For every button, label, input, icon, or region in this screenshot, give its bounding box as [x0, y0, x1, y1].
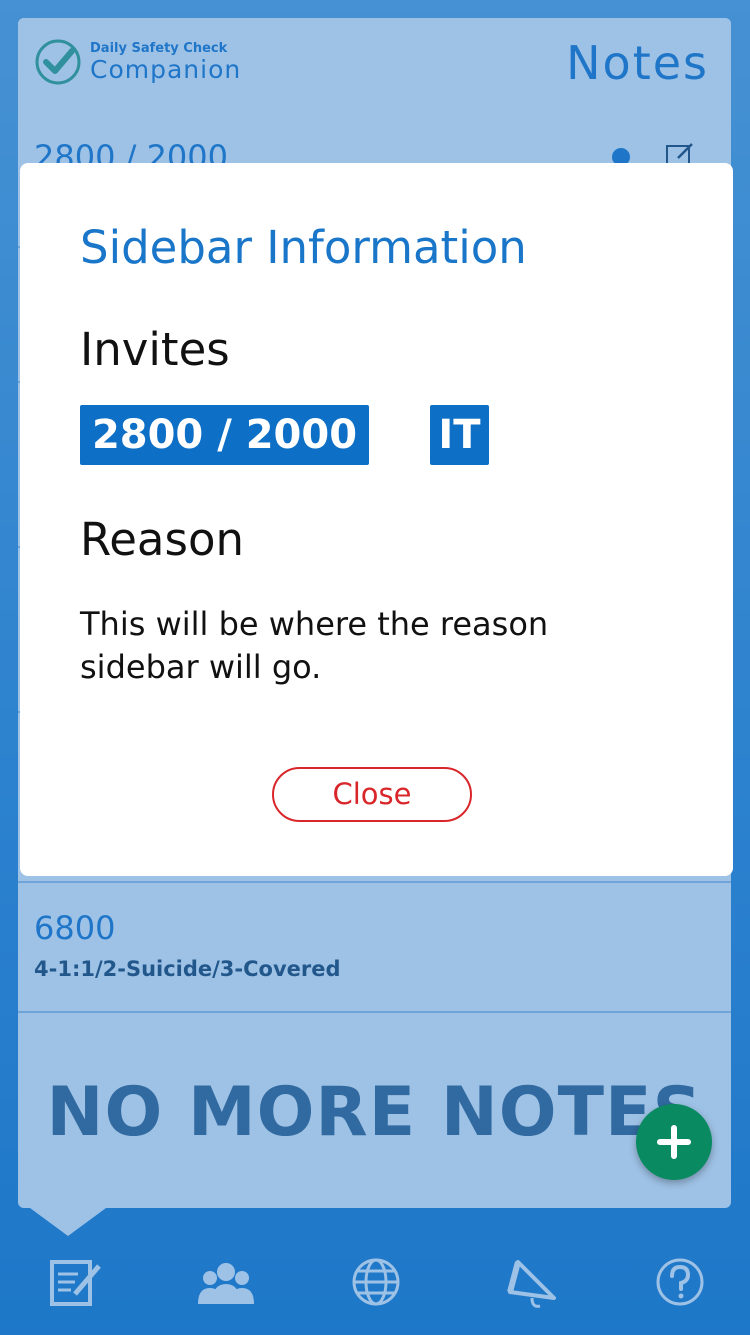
reason-heading: Reason — [80, 513, 245, 566]
invite-chip: IT — [430, 405, 489, 465]
close-button[interactable]: Close — [272, 767, 472, 822]
add-note-button[interactable] — [636, 1104, 712, 1180]
invites-heading: Invites — [80, 323, 230, 376]
plus-icon — [657, 1125, 691, 1159]
invite-chip: 2800 / 2000 — [80, 405, 369, 465]
sidebar-info-dialog: Sidebar Information Invites 2800 / 2000 … — [20, 163, 733, 876]
dialog-title: Sidebar Information — [80, 221, 527, 274]
reason-text: This will be where the reason sidebar wi… — [80, 605, 549, 686]
